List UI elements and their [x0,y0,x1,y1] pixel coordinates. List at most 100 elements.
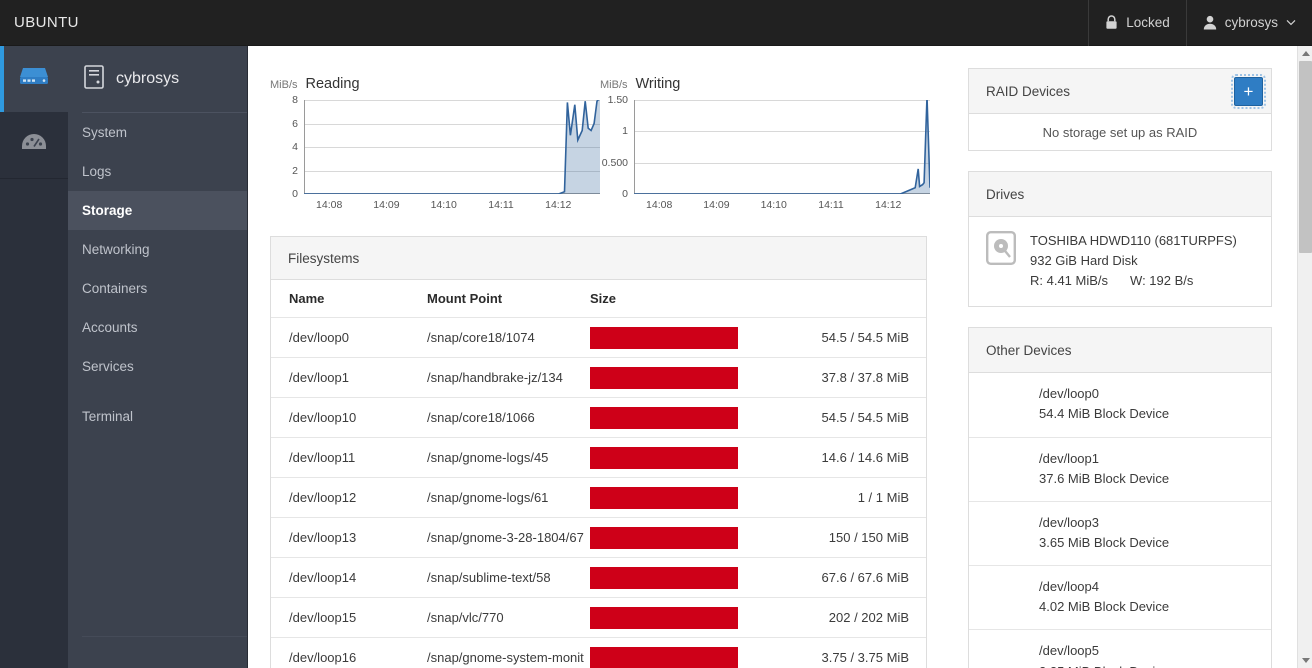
usage-bar [590,646,738,668]
table-row[interactable]: /dev/loop1/snap/handbrake-jz/134 37.8 / 3… [271,358,926,398]
cell-mount-point: /snap/sublime-text/58 [427,570,551,585]
table-row[interactable]: /dev/loop16/snap/gnome-system-monit 3.75 … [271,638,926,668]
size-label: 14.6 / 14.6 MiB [821,450,909,465]
size-label: 1 / 1 MiB [857,490,909,505]
chevron-down-icon [1301,658,1310,663]
size-label: 37.8 / 37.8 MiB [821,370,909,385]
scrollbar-thumb[interactable] [1299,61,1312,253]
table-row[interactable]: /dev/loop0/snap/core18/1074 54.5 / 54.5 M… [271,318,926,358]
y-axis-tick-label: 1 [622,125,628,138]
sidebar-item-logs[interactable]: Logs [68,152,247,191]
locked-status-button[interactable]: Locked [1088,0,1186,46]
sidebar-bottom-divider [82,636,247,637]
y-axis-tick-label: 1.50 [607,94,628,106]
reading-plot: 0 2 4 6 8 14:08 14:09 14:10 14:11 14:12 [292,94,600,211]
cell-mount-point: /snap/core18/1074 [427,330,535,345]
other-device-name: /dev/loop5 [1039,643,1099,659]
other-devices-list: /dev/loop0 54.4 MiB Block Device/dev/loop… [969,373,1271,668]
drive-list-item[interactable]: TOSHIBA HDWD110 (681TURPFS) 932 GiB Hard… [969,217,1271,306]
server-machine-icon [19,66,49,93]
other-device-name: /dev/loop4 [1039,579,1099,595]
sidebar-item-services[interactable]: Services [68,347,247,386]
drive-read-rate: R: 4.41 MiB/s [1030,272,1109,288]
add-raid-button[interactable]: + [1231,73,1266,109]
sidebar-item-containers[interactable]: Containers [68,269,247,308]
cell-size: 150 / 150 MiB [590,526,926,549]
cell-name: /dev/loop16 [289,650,357,665]
chart-series-plot [634,100,930,194]
filesystems-card-title: Filesystems [271,237,926,280]
user-menu-button[interactable]: cybrosys [1185,0,1312,46]
x-axis-tick-label: 14:08 [646,199,673,211]
x-axis-tick-label: 14:09 [703,199,730,211]
other-devices-card-header: Other Devices [969,328,1271,374]
y-axis-tick-label: 8 [292,94,298,106]
other-device-item[interactable]: /dev/loop1 37.6 MiB Block Device [969,438,1271,502]
other-device-desc: 3.65 MiB Block Device [1039,534,1170,550]
other-device-item[interactable]: /dev/loop0 54.4 MiB Block Device [969,373,1271,438]
writing-chart-header: MiB/s Writing [600,76,930,92]
other-device-name: /dev/loop0 [1039,386,1099,402]
table-row[interactable]: /dev/loop10/snap/core18/1066 54.5 / 54.5 … [271,398,926,438]
sidebar-item-networking[interactable]: Networking [68,230,247,269]
cell-size: 202 / 202 MiB [590,606,926,629]
cell-name: /dev/loop15 [289,610,357,625]
cell-name: /dev/loop12 [289,490,357,505]
user-name-label: cybrosys [1224,15,1278,30]
sidebar-host-header[interactable]: cybrosys [68,46,247,112]
other-device-item[interactable]: /dev/loop3 3.65 MiB Block Device [969,502,1271,567]
other-device-desc: 54.4 MiB Block Device [1039,406,1170,422]
size-label: 150 / 150 MiB [828,530,909,545]
usage-bar [590,566,738,589]
usage-bar [590,486,738,509]
drives-card-header: Drives [969,172,1271,217]
cell-mount-point: /snap/gnome-system-monit [427,650,584,665]
reading-chart-title: Reading [305,76,360,92]
usage-bar [590,446,738,469]
other-device-item[interactable]: /dev/loop4 4.02 MiB Block Device [969,566,1271,631]
user-icon [1203,15,1217,30]
filesystems-table-header: Name Mount Point Size [271,280,926,318]
x-axis-tick-label: 14:10 [430,199,457,211]
sidebar-item-system[interactable]: System [68,113,247,152]
writing-chart: MiB/s Writing 0 0.500 1 1.50 14:08 14:09 14:10… [600,76,930,211]
drive-model: TOSHIBA HDWD110 (681TURPFS) [1030,233,1237,248]
rail-item-dashboard[interactable] [0,112,68,178]
other-device-name: /dev/loop3 [1039,514,1099,530]
sidebar-item-storage[interactable]: Storage [68,191,247,230]
x-axis-tick-label: 14:11 [818,199,844,211]
table-row[interactable]: /dev/loop12/snap/gnome-logs/61 1 / 1 MiB [271,478,926,518]
scroll-down-button[interactable] [1298,653,1312,668]
cell-size: 1 / 1 MiB [590,486,926,509]
table-row[interactable]: /dev/loop14/snap/sublime-text/58 67.6 / 6… [271,558,926,598]
cell-mount-point: /snap/gnome-3-28-1804/67 [427,530,584,545]
scroll-up-button[interactable] [1298,46,1312,61]
sidebar-item-accounts[interactable]: Accounts [68,308,247,347]
table-row[interactable]: /dev/loop11/snap/gnome-logs/45 14.6 / 14.… [271,438,926,478]
cell-size: 14.6 / 14.6 MiB [590,446,926,469]
drive-capacity: 932 GiB Hard Disk [1030,252,1138,268]
cell-size: 3.75 / 3.75 MiB [590,646,926,668]
sidebar-host-label: cybrosys [116,70,180,87]
y-axis-tick-label: 0 [292,188,298,200]
table-row[interactable]: /dev/loop15/snap/vlc/770 202 / 202 MiB [271,598,926,638]
other-device-item[interactable]: /dev/loop5 2.25 MiB Block Device [969,630,1271,668]
page-scrollbar[interactable] [1297,46,1312,668]
cell-name: /dev/loop1 [289,370,349,385]
other-device-desc: 37.6 MiB Block Device [1039,470,1170,486]
filesystems-table-body: /dev/loop0/snap/core18/1074 54.5 / 54.5 M… [271,318,926,668]
cell-mount-point: /snap/gnome-logs/61 [427,490,549,505]
chart-series-plot [304,100,600,194]
cell-mount-point: /snap/core18/1066 [427,410,535,425]
table-row[interactable]: /dev/loop13/snap/gnome-3-28-1804/67 150 /… [271,518,926,558]
y-axis-tick-label: 2 [292,164,298,177]
rail-item-machine[interactable] [0,46,68,112]
filesystems-card: Filesystems Name Mount Point Size /dev/l… [270,236,927,668]
raid-card-title: RAID Devices [986,83,1071,99]
reading-chart: MiB/s Reading 0 2 4 6 8 14:08 14:09 14:10 14:11 1… [270,76,600,211]
usage-bar [590,606,738,629]
drive-throughput: R: 4.41 MiB/s W: 192 B/s [1030,271,1237,291]
sidebar-item-terminal[interactable]: Terminal [68,397,247,436]
other-devices-card: Other Devices /dev/loop0 54.4 MiB Block D… [968,327,1272,668]
cell-size: 54.5 / 54.5 MiB [590,406,926,429]
